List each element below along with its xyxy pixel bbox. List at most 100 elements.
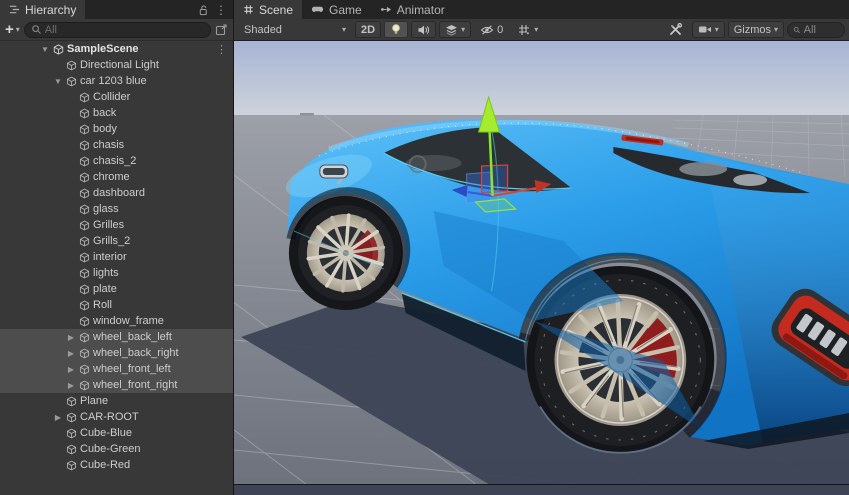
cube-icon xyxy=(79,348,90,358)
scene-options-icon[interactable]: ⋮ xyxy=(216,43,227,56)
tree-item[interactable]: dashboard xyxy=(0,185,233,201)
chevron-down-icon: ▾ xyxy=(15,24,20,34)
cube-icon xyxy=(66,60,77,70)
item-label: back xyxy=(93,107,117,119)
tree-item[interactable]: Plane xyxy=(0,393,233,409)
tree-item[interactable]: ▶ wheel_back_left xyxy=(0,329,233,345)
tab-scene[interactable]: Scene xyxy=(234,0,303,19)
unity-scene-icon xyxy=(53,43,64,55)
lower-panel-edge xyxy=(234,484,849,495)
eye-hidden-icon xyxy=(480,24,494,35)
hierarchy-menu-icon[interactable]: ⋮ xyxy=(215,4,227,16)
cube-icon xyxy=(79,92,90,102)
chevron-down-icon: ▾ xyxy=(714,24,719,34)
tree-item[interactable]: chrome xyxy=(0,169,233,185)
cube-icon xyxy=(79,380,90,390)
scene-camera-button[interactable]: ▾ xyxy=(691,21,725,38)
tree-item[interactable]: lights xyxy=(0,265,233,281)
toggle-2d-button[interactable]: 2D xyxy=(355,21,382,38)
gizmo-plane-xy[interactable] xyxy=(480,164,509,194)
item-label: wheel_back_right xyxy=(93,347,179,359)
scene-panel: Scene Game Animator Shaded ▾ 2D ▾ 0 ▾ ▾ … xyxy=(234,0,849,495)
tree-item[interactable]: Roll xyxy=(0,297,233,313)
tree-item[interactable]: Collider xyxy=(0,89,233,105)
cube-icon xyxy=(79,204,90,214)
scene-search[interactable] xyxy=(787,21,845,38)
item-label: CAR-ROOT xyxy=(80,411,139,423)
tree-item[interactable]: plate xyxy=(0,281,233,297)
expand-arrow-right-icon[interactable]: ▶ xyxy=(53,413,63,422)
tree-item[interactable]: Grills_2 xyxy=(0,233,233,249)
lock-icon[interactable] xyxy=(198,4,209,16)
game-tab-label: Game xyxy=(329,2,362,17)
tree-item[interactable]: window_frame xyxy=(0,313,233,329)
scene-effects-button[interactable]: ▾ xyxy=(439,21,472,38)
scene-search-input[interactable] xyxy=(803,23,839,36)
cube-icon xyxy=(66,76,77,86)
animator-icon xyxy=(380,6,391,13)
camera-icon xyxy=(698,26,711,33)
tree-item[interactable]: interior xyxy=(0,249,233,265)
hierarchy-tabstrip: Hierarchy ⋮ xyxy=(0,0,233,19)
scene-lighting-button[interactable] xyxy=(384,21,409,38)
cube-icon xyxy=(79,236,90,246)
scene-audio-button[interactable] xyxy=(411,21,437,38)
create-object-button[interactable]: + ▾ xyxy=(5,22,20,37)
tree-item[interactable]: chasis xyxy=(0,137,233,153)
scene-toolbar: Shaded ▾ 2D ▾ 0 ▾ ▾ Gizmos ▾ All xyxy=(234,19,849,41)
item-label: wheel_front_left xyxy=(93,363,171,375)
grid-visibility-button[interactable]: ▾ xyxy=(512,21,545,38)
tree-item[interactable]: Cube-Red xyxy=(0,457,233,473)
item-label: car 1203 blue xyxy=(80,75,147,87)
tree-item[interactable]: Directional Light xyxy=(0,57,233,73)
hierarchy-search[interactable] xyxy=(23,21,211,38)
cube-icon xyxy=(79,332,90,342)
item-label: wheel_back_left xyxy=(93,331,172,343)
interior-seat xyxy=(679,162,728,176)
scene-visibility-button[interactable]: 0 xyxy=(474,21,510,38)
scene-grid-icon xyxy=(244,5,253,14)
tab-animator[interactable]: Animator xyxy=(371,0,454,19)
tree-item[interactable]: chasis_2 xyxy=(0,153,233,169)
shading-mode-dropdown[interactable]: Shaded ▾ xyxy=(238,21,352,38)
gizmos-dropdown[interactable]: Gizmos ▾ xyxy=(727,21,784,38)
tree-item[interactable]: ▶ CAR-ROOT xyxy=(0,409,233,425)
picker-window-icon[interactable] xyxy=(215,23,228,36)
tree-item[interactable]: Cube-Green xyxy=(0,441,233,457)
item-label: Directional Light xyxy=(80,59,159,71)
expand-arrow-right-icon[interactable]: ▶ xyxy=(66,381,76,390)
scene-name-label: SampleScene xyxy=(67,43,139,55)
item-label: Cube-Red xyxy=(80,459,131,471)
scene-header-row[interactable]: ▼ SampleScene ⋮ xyxy=(0,41,233,57)
tree-item[interactable]: ▶ wheel_back_right xyxy=(0,345,233,361)
cube-icon xyxy=(79,268,90,278)
tree-item[interactable]: Grilles xyxy=(0,217,233,233)
speaker-icon xyxy=(418,25,430,34)
tree-item[interactable]: Cube-Blue xyxy=(0,425,233,441)
expand-arrow-down-icon[interactable]: ▼ xyxy=(40,45,50,54)
shading-mode-label: Shaded xyxy=(244,23,282,36)
tab-hierarchy[interactable]: Hierarchy xyxy=(0,0,86,19)
tree-item[interactable]: back xyxy=(0,105,233,121)
animator-tab-label: Animator xyxy=(396,2,445,17)
tree-item[interactable]: ▶ wheel_front_left xyxy=(0,361,233,377)
tab-game[interactable]: Game xyxy=(302,0,371,19)
scene-viewport[interactable] xyxy=(234,41,849,484)
scene-canvas[interactable] xyxy=(234,41,849,484)
expand-arrow-right-icon[interactable]: ▶ xyxy=(66,365,76,374)
tree-item[interactable]: body xyxy=(0,121,233,137)
cube-icon xyxy=(79,284,90,294)
hierarchy-search-input[interactable] xyxy=(44,23,204,36)
component-tools-button[interactable] xyxy=(661,21,689,38)
expand-arrow-right-icon[interactable]: ▶ xyxy=(66,333,76,342)
expand-arrow-down-icon[interactable]: ▼ xyxy=(53,77,63,86)
tree-item[interactable]: glass xyxy=(0,201,233,217)
item-label: wheel_front_right xyxy=(93,379,178,391)
tools-icon xyxy=(669,23,682,35)
tree-item[interactable]: ▶ wheel_front_right xyxy=(0,377,233,393)
search-icon xyxy=(31,25,41,34)
expand-arrow-right-icon[interactable]: ▶ xyxy=(66,349,76,358)
search-icon xyxy=(793,26,800,33)
tree-item[interactable]: ▼ car 1203 blue xyxy=(0,73,233,89)
cube-icon xyxy=(79,140,90,150)
